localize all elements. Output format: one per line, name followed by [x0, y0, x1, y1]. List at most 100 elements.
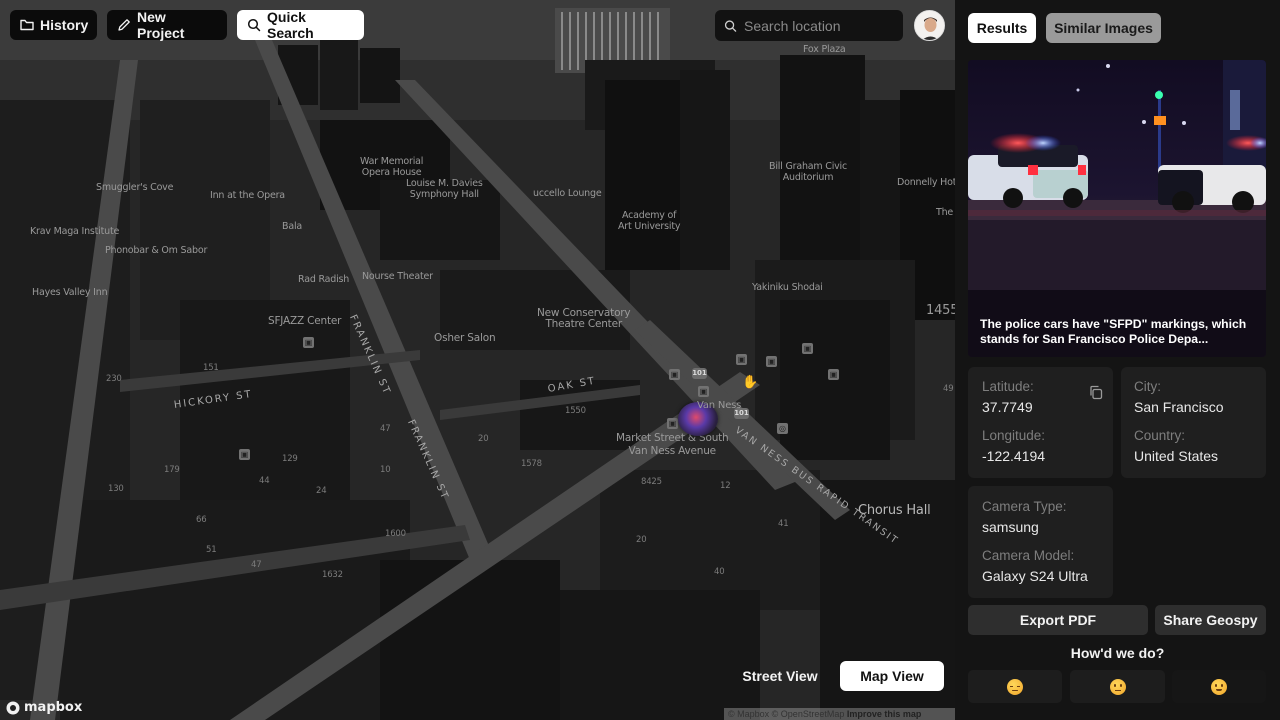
bike-share-icon[interactable]: ◎ — [777, 423, 788, 434]
quick-search-button[interactable]: Quick Search — [237, 9, 364, 41]
map-label-phonobar: Phonobar & Om Sabor — [105, 245, 208, 256]
map-address: 1550 — [565, 406, 586, 416]
longitude-value: -122.4194 — [982, 448, 1046, 464]
map-address: 47 — [380, 424, 391, 434]
map-address: 44 — [259, 476, 270, 486]
map-label-bala: Bala — [282, 221, 302, 232]
tram-stop-icon[interactable]: ▣ — [667, 418, 678, 429]
street-view-button[interactable]: Street View — [727, 661, 833, 691]
export-pdf-button[interactable]: Export PDF — [968, 605, 1148, 635]
camera-type-value: samsung — [982, 519, 1039, 535]
map-label-war-memorial: War Memorial Opera House — [360, 156, 424, 178]
slight-smile-face-icon — [1211, 678, 1227, 695]
map-label-smugglers-cove: Smuggler's Cove — [96, 182, 174, 193]
map-address: 1578 — [521, 459, 542, 469]
bus-stop-icon[interactable]: ▣ — [239, 449, 250, 460]
feedback-title: How'd we do? — [1070, 645, 1165, 661]
map-label-rad-radish: Rad Radish — [298, 274, 350, 285]
map-label-market-van-ness: Market Street & South Van Ness Avenue — [616, 432, 729, 457]
folder-icon — [20, 19, 34, 31]
location-search-box[interactable] — [715, 10, 903, 41]
map-3d-buildings — [0, 0, 955, 720]
pencil-icon — [118, 19, 130, 31]
mapbox-logo[interactable]: mapbox — [6, 700, 82, 715]
country-label: Country: — [1134, 428, 1186, 443]
bus-stop-icon[interactable]: ▣ — [802, 343, 813, 354]
country-value: United States — [1134, 448, 1219, 464]
feedback-happy-button[interactable] — [1172, 670, 1266, 703]
bus-stop-icon[interactable]: ▣ — [669, 369, 680, 380]
map-attribution: © Mapbox © OpenStreetMap Improve this ma… — [724, 708, 955, 720]
map-address: 51 — [206, 545, 217, 555]
feedback-sad-button[interactable] — [968, 670, 1062, 703]
camera-model-label: Camera Model: — [982, 548, 1075, 563]
bus-stop-icon[interactable]: ▣ — [828, 369, 839, 380]
map-address: 47 — [251, 560, 262, 570]
police-scene-photo — [968, 60, 1266, 357]
map-address: 41 — [778, 519, 789, 529]
bus-stop-icon[interactable]: ▣ — [736, 354, 747, 365]
tab-similar-images[interactable]: Similar Images — [1046, 13, 1161, 43]
map-label-fox-plaza: Fox Plaza — [803, 44, 846, 55]
city-value: San Francisco — [1134, 399, 1224, 415]
improve-map-link[interactable]: Improve this map — [847, 709, 922, 719]
map-address: 130 — [108, 484, 124, 494]
map-address: 179 — [164, 465, 180, 475]
neutral-face-icon — [1109, 678, 1126, 695]
bus-stop-icon[interactable]: ▣ — [303, 337, 314, 348]
results-panel: Results Similar Images The police cars h… — [955, 0, 1280, 720]
map-address: 1600 — [385, 529, 406, 539]
map-address: 8425 — [641, 477, 662, 487]
share-geospy-button[interactable]: Share Geospy — [1155, 605, 1266, 635]
search-icon — [247, 18, 261, 32]
longitude-label: Longitude: — [982, 428, 1046, 443]
feedback-neutral-button[interactable] — [1070, 670, 1165, 703]
bus-stop-icon[interactable]: ▣ — [766, 356, 777, 367]
map-address: 12 — [720, 481, 731, 491]
map-address: 66 — [196, 515, 207, 525]
camera-model-value: Galaxy S24 Ultra — [982, 568, 1088, 584]
hand-cursor-icon: ✋ — [742, 374, 759, 389]
map-label-donnelly-hotel: Donnelly Hotel — [897, 177, 955, 188]
tram-stop-icon[interactable]: ▣ — [698, 386, 709, 397]
camera-card: Camera Type: samsung Camera Model: Galax… — [968, 486, 1113, 598]
map-address: 20 — [636, 535, 647, 545]
map-label-yakiniku-shodai: Yakiniku Shodai — [752, 282, 823, 293]
camera-type-label: Camera Type: — [982, 499, 1067, 514]
history-button[interactable]: History — [10, 10, 97, 40]
coordinates-card: Latitude: 37.7749 Longitude: -122.4194 — [968, 367, 1113, 478]
map-label-louise-davies: Louise M. Davies Symphony Hall — [406, 178, 483, 200]
sad-face-icon — [1007, 678, 1023, 695]
map-label-osher-salon: Osher Salon — [434, 332, 496, 344]
map-address: 40 — [714, 567, 725, 577]
result-image[interactable]: The police cars have "SFPD" markings, wh… — [968, 60, 1266, 357]
map-address: 1632 — [322, 570, 343, 580]
attribution-mapbox-link[interactable]: © Mapbox — [728, 709, 769, 719]
map-address: 20 — [478, 434, 489, 444]
map-label-the: The — [936, 207, 954, 218]
attribution-osm-link[interactable]: © OpenStreetMap — [772, 709, 845, 719]
map-label-bill-graham: Bill Graham Civic Auditorium — [769, 161, 848, 183]
copy-icon[interactable] — [1089, 385, 1103, 400]
mapbox-logo-icon — [6, 701, 20, 714]
city-country-card: City: San Francisco Country: United Stat… — [1121, 367, 1266, 478]
image-caption: The police cars have "SFPD" markings, wh… — [980, 317, 1247, 346]
latitude-label: Latitude: — [982, 379, 1034, 394]
map-address: 230 — [106, 374, 122, 384]
quick-search-label: Quick Search — [267, 9, 314, 41]
map-label-new-conservatory: New Conservatory Theatre Center — [537, 307, 631, 330]
tab-results[interactable]: Results — [968, 13, 1036, 43]
new-project-button[interactable]: New Project — [107, 9, 227, 41]
user-avatar[interactable] — [914, 10, 945, 41]
map-address: 151 — [203, 363, 219, 373]
map-address: 10 — [380, 465, 391, 475]
map-address-1455: 1455 — [926, 303, 955, 318]
mapbox-logo-text: mapbox — [24, 700, 83, 715]
map-view-button[interactable]: Map View — [840, 661, 944, 691]
new-project-label: New Project — [137, 9, 185, 41]
map-canvas[interactable]: Fox Plaza War Memorial Opera House Louis… — [0, 0, 955, 720]
location-search-input[interactable] — [744, 17, 894, 34]
city-label: City: — [1134, 379, 1161, 394]
search-icon — [724, 19, 737, 32]
map-label-inn-at-the-opera: Inn at the Opera — [210, 190, 285, 201]
